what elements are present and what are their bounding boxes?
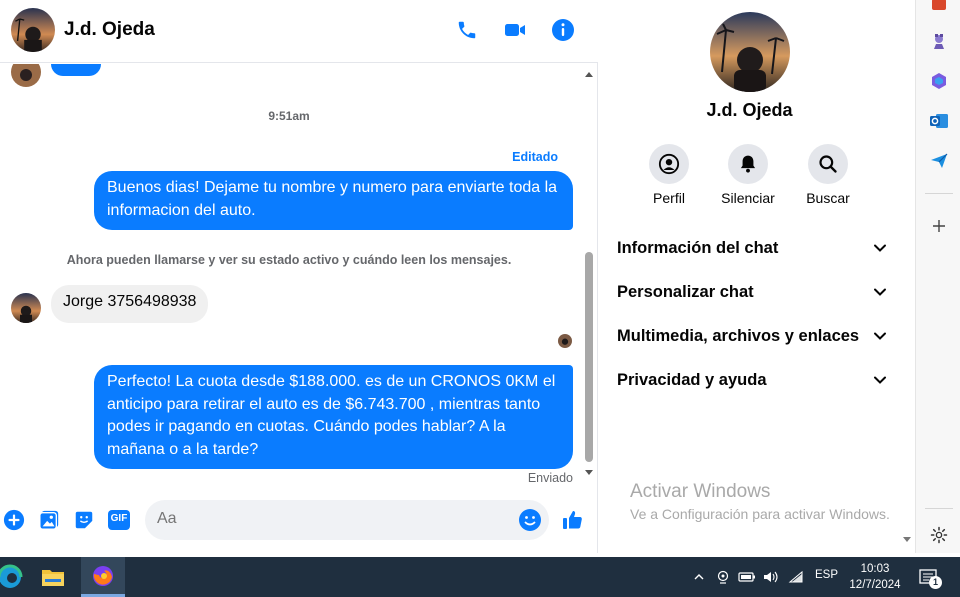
section-label: Multimedia, archivos y enlaces	[617, 326, 860, 345]
chat-header: J.d. Ojeda	[0, 0, 598, 63]
sidebar-divider	[925, 508, 953, 509]
webcam-icon[interactable]	[714, 568, 732, 586]
clock[interactable]: 10:03 12/7/2024	[843, 561, 907, 593]
section-media-files-links[interactable]: Multimedia, archivos y enlaces	[617, 321, 887, 351]
gear-icon[interactable]	[928, 524, 950, 546]
profile-name: J.d. Ojeda	[706, 100, 793, 120]
thumbs-up-icon[interactable]	[561, 508, 585, 532]
message-input-box[interactable]	[145, 500, 549, 540]
section-label: Privacidad y ayuda	[617, 370, 767, 389]
browser-sidebar	[915, 0, 960, 553]
profile-action-button[interactable]: Perfil	[629, 144, 709, 206]
message-list[interactable]: 9:51am Editado Buenos dias! Dejame tu no…	[0, 64, 582, 491]
chevron-down-icon	[874, 376, 886, 384]
contact-avatar[interactable]	[11, 8, 55, 52]
scroll-down-arrow-icon[interactable]	[903, 537, 911, 542]
mute-action-button[interactable]: Silenciar	[708, 144, 788, 206]
contact-avatar-small	[11, 64, 41, 87]
battery-icon[interactable]	[738, 568, 756, 586]
scrollbar-thumb[interactable]	[585, 252, 593, 462]
message-scrollbar[interactable]	[582, 64, 596, 491]
chat-panel: J.d. Ojeda 9:51am Editado Buenos dias! D…	[0, 0, 598, 553]
seen-indicator-avatar	[558, 334, 572, 348]
wifi-icon[interactable]	[787, 568, 805, 586]
plus-icon[interactable]	[2, 508, 26, 532]
action-label: Perfil	[653, 190, 685, 206]
clock-time: 10:03	[860, 563, 890, 575]
send-icon[interactable]	[928, 150, 950, 172]
section-label: Información del chat	[617, 238, 779, 257]
sent-status: Enviado	[527, 471, 573, 485]
edge-taskbar-icon[interactable]	[0, 557, 32, 597]
outlook-icon[interactable]	[928, 110, 950, 132]
chevron-down-icon	[874, 288, 886, 296]
gif-icon[interactable]: GIF	[107, 508, 131, 532]
edited-label[interactable]: Editado	[512, 150, 558, 164]
info-icon[interactable]	[550, 17, 576, 43]
add-icon[interactable]	[928, 215, 950, 237]
sidebar-divider	[925, 193, 953, 194]
notification-icon[interactable]: 1	[918, 567, 942, 589]
shopping-icon[interactable]	[928, 0, 950, 14]
outgoing-message[interactable]: Buenos dias! Dejame tu nombre y numero p…	[94, 171, 573, 230]
firefox-icon[interactable]	[81, 557, 125, 597]
message-input[interactable]	[157, 510, 507, 528]
language-indicator[interactable]: ESP	[815, 569, 838, 581]
search-action-button[interactable]: Buscar	[788, 144, 868, 206]
system-notice: Ahora pueden llamarse y ver su estado ac…	[66, 253, 512, 267]
chevron-down-icon	[874, 244, 886, 252]
profile-avatar[interactable]	[710, 12, 790, 92]
chevron-up-icon[interactable]	[690, 568, 708, 586]
action-label: Buscar	[806, 190, 850, 206]
scroll-down-arrow-icon[interactable]	[585, 470, 593, 475]
composer: GIF	[0, 495, 598, 545]
sticker-icon[interactable]	[72, 508, 96, 532]
conversation-info-panel: J.d. Ojeda Perfil Silenciar Buscar Infor…	[599, 0, 915, 553]
previous-message-bubble[interactable]	[51, 64, 101, 76]
windows-taskbar: ESP 10:03 12/7/2024 1	[0, 557, 960, 597]
scroll-up-arrow-icon[interactable]	[585, 72, 593, 77]
section-privacy-help[interactable]: Privacidad y ayuda	[617, 365, 887, 395]
gif-label: GIF	[110, 513, 128, 524]
notification-count: 1	[929, 576, 942, 589]
outgoing-message[interactable]: Perfecto! La cuota desde $188.000. es de…	[94, 365, 573, 469]
image-icon[interactable]	[37, 508, 61, 532]
file-explorer-icon[interactable]	[31, 557, 75, 597]
activation-watermark-subtitle: Ve a Configuración para activar Windows.	[630, 506, 890, 522]
video-camera-icon[interactable]	[502, 17, 528, 43]
profile-icon[interactable]	[649, 144, 689, 184]
bell-icon[interactable]	[728, 144, 768, 184]
action-label: Silenciar	[721, 190, 775, 206]
copilot-icon[interactable]	[928, 70, 950, 92]
speaker-icon[interactable]	[762, 568, 780, 586]
phone-icon[interactable]	[454, 17, 480, 43]
contact-avatar-small	[11, 293, 41, 323]
emoji-icon[interactable]	[518, 508, 542, 532]
section-label: Personalizar chat	[617, 282, 754, 301]
chevron-down-icon	[874, 332, 886, 340]
search-icon[interactable]	[808, 144, 848, 184]
section-chat-info[interactable]: Información del chat	[617, 233, 887, 263]
activation-watermark-title: Activar Windows	[630, 481, 771, 502]
games-icon[interactable]	[928, 30, 950, 52]
section-customize-chat[interactable]: Personalizar chat	[617, 277, 887, 307]
time-divider: 9:51am	[268, 109, 310, 123]
clock-date: 12/7/2024	[849, 579, 901, 591]
incoming-message[interactable]: Jorge 3756498938	[51, 285, 209, 323]
contact-name[interactable]: J.d. Ojeda	[64, 19, 155, 41]
